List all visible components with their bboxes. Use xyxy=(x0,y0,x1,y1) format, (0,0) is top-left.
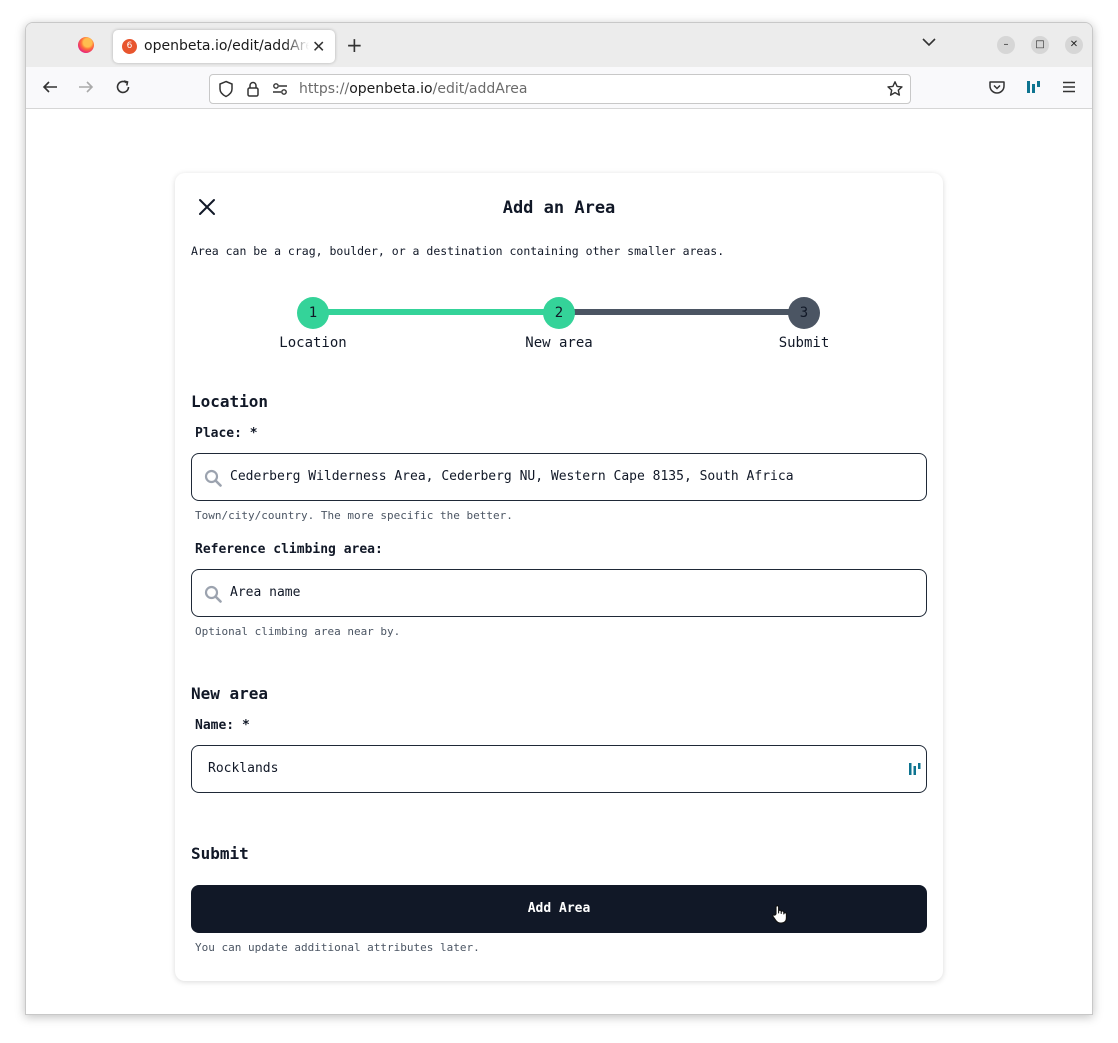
permissions-icon[interactable] xyxy=(272,80,288,102)
submit-hint: You can update additional attributes lat… xyxy=(195,941,480,954)
extension-icon[interactable] xyxy=(1025,78,1041,101)
page-content: Add an Area Area can be a crag, boulder,… xyxy=(26,109,1092,1014)
search-icon xyxy=(204,585,222,603)
place-hint: Town/city/country. The more specific the… xyxy=(195,509,513,522)
name-input[interactable]: Rocklands xyxy=(191,745,927,793)
reload-icon[interactable] xyxy=(114,78,132,101)
modal-description: Area can be a crag, boulder, or a destin… xyxy=(191,244,725,258)
url-scheme: https:// xyxy=(299,81,350,97)
lock-icon[interactable] xyxy=(246,80,260,102)
reference-area-input[interactable]: Area name xyxy=(191,569,927,617)
step-connector-complete xyxy=(313,309,558,315)
place-input[interactable]: Cederberg Wilderness Area, Cederberg NU,… xyxy=(191,453,927,501)
step-1-circle: 1 xyxy=(297,297,329,329)
reference-area-placeholder: Area name xyxy=(230,585,301,600)
browser-tab[interactable]: 6 openbeta.io/edit/addArea ✕ xyxy=(113,30,335,63)
shield-icon[interactable] xyxy=(218,80,234,102)
new-area-section-title: New area xyxy=(191,684,269,703)
step-connector-pending xyxy=(559,309,805,315)
step-3-circle: 3 xyxy=(788,297,820,329)
location-section-title: Location xyxy=(191,392,269,411)
tab-list-chevron-down-icon[interactable] xyxy=(922,35,936,51)
window-close-icon[interactable]: ✕ xyxy=(1065,36,1083,54)
step-3-label: Submit xyxy=(778,335,830,351)
extension-autofill-icon[interactable] xyxy=(908,761,922,781)
menu-icon[interactable] xyxy=(1060,78,1078,101)
minimize-icon[interactable]: – xyxy=(997,36,1015,54)
step-1-label: Location xyxy=(279,335,347,351)
hand-cursor-icon xyxy=(771,904,789,928)
forward-icon[interactable] xyxy=(77,78,95,101)
name-label: Name: * xyxy=(195,718,250,733)
bookmark-star-icon[interactable] xyxy=(886,80,904,102)
add-area-modal: Add an Area Area can be a crag, boulder,… xyxy=(175,173,943,981)
url-path: /edit/addArea xyxy=(432,81,528,97)
firefox-icon[interactable] xyxy=(78,37,94,53)
reference-area-label: Reference climbing area: xyxy=(195,542,383,557)
place-label: Place: * xyxy=(195,426,258,441)
step-2-circle: 2 xyxy=(543,297,575,329)
add-area-button[interactable]: Add Area xyxy=(191,885,927,933)
url-host: openbeta.io xyxy=(349,81,433,97)
openbeta-favicon-icon: 6 xyxy=(122,39,137,54)
name-input-value: Rocklands xyxy=(208,761,279,776)
submit-section-title: Submit xyxy=(191,844,249,863)
back-icon[interactable] xyxy=(41,78,59,101)
step-2-label: New area xyxy=(525,335,593,351)
pocket-icon[interactable] xyxy=(988,78,1006,101)
search-icon xyxy=(204,469,222,487)
browser-window: 6 openbeta.io/edit/addArea ✕ + – □ ✕ htt… xyxy=(25,22,1093,1015)
navigation-toolbar: https://openbeta.io/edit/addArea xyxy=(26,67,1092,109)
reference-area-hint: Optional climbing area near by. xyxy=(195,625,401,638)
tab-title: openbeta.io/edit/addArea xyxy=(144,38,309,54)
maximize-icon[interactable]: □ xyxy=(1031,36,1049,54)
new-tab-icon[interactable]: + xyxy=(346,33,363,57)
tab-close-icon[interactable]: ✕ xyxy=(312,37,325,56)
modal-title: Add an Area xyxy=(502,198,616,218)
url-text[interactable]: https://openbeta.io/edit/addArea xyxy=(299,81,528,97)
url-bar[interactable]: https://openbeta.io/edit/addArea xyxy=(209,74,911,104)
place-input-value: Cederberg Wilderness Area, Cederberg NU,… xyxy=(230,469,794,484)
tab-bar: 6 openbeta.io/edit/addArea ✕ + – □ ✕ xyxy=(26,23,1092,67)
